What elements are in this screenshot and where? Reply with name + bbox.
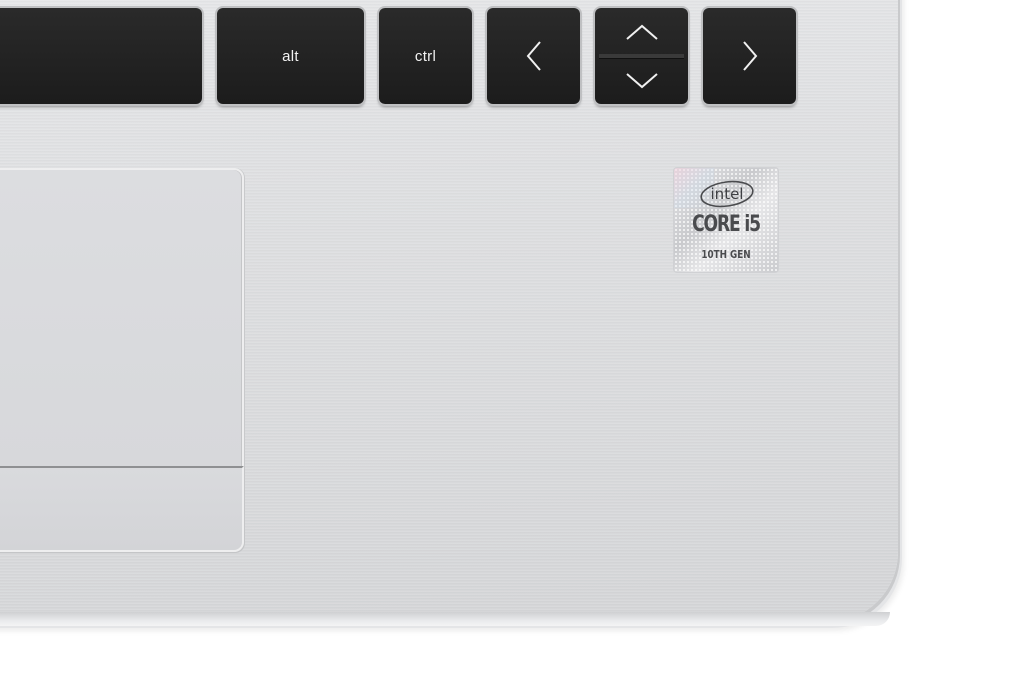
- chevron-down-icon: [625, 72, 658, 88]
- key-alt[interactable]: alt: [217, 8, 364, 104]
- chevron-up-icon: [625, 24, 658, 40]
- product-name: CORE i5: [692, 212, 761, 237]
- key-arrow-up[interactable]: [595, 8, 688, 55]
- key-ctrl-label: ctrl: [414, 47, 437, 65]
- key-arrow-left[interactable]: [487, 8, 580, 104]
- chevron-right-icon: [742, 41, 757, 71]
- generation-label: 10TH GEN: [701, 248, 751, 261]
- key-arrow-up-down[interactable]: [595, 8, 688, 104]
- chevron-left-icon: [526, 41, 541, 71]
- key-arrow-right[interactable]: [703, 8, 796, 104]
- key-arrow-down[interactable]: [595, 57, 688, 104]
- key-spacebar[interactable]: [0, 8, 202, 104]
- key-ctrl[interactable]: ctrl: [379, 8, 472, 104]
- intel-brand-text: intel: [711, 185, 744, 203]
- intel-core-i5-sticker: intel CORE i5 10TH GEN: [674, 168, 778, 272]
- laptop-deck-edge: [0, 612, 890, 626]
- touchpad[interactable]: [0, 168, 244, 468]
- key-alt-label: alt: [282, 47, 299, 65]
- laptop-photo: alt ctrl intel CORE i5 10TH GEN: [0, 0, 1020, 680]
- touchpad-click-bar[interactable]: [0, 466, 244, 552]
- intel-logo-icon: intel: [700, 180, 754, 208]
